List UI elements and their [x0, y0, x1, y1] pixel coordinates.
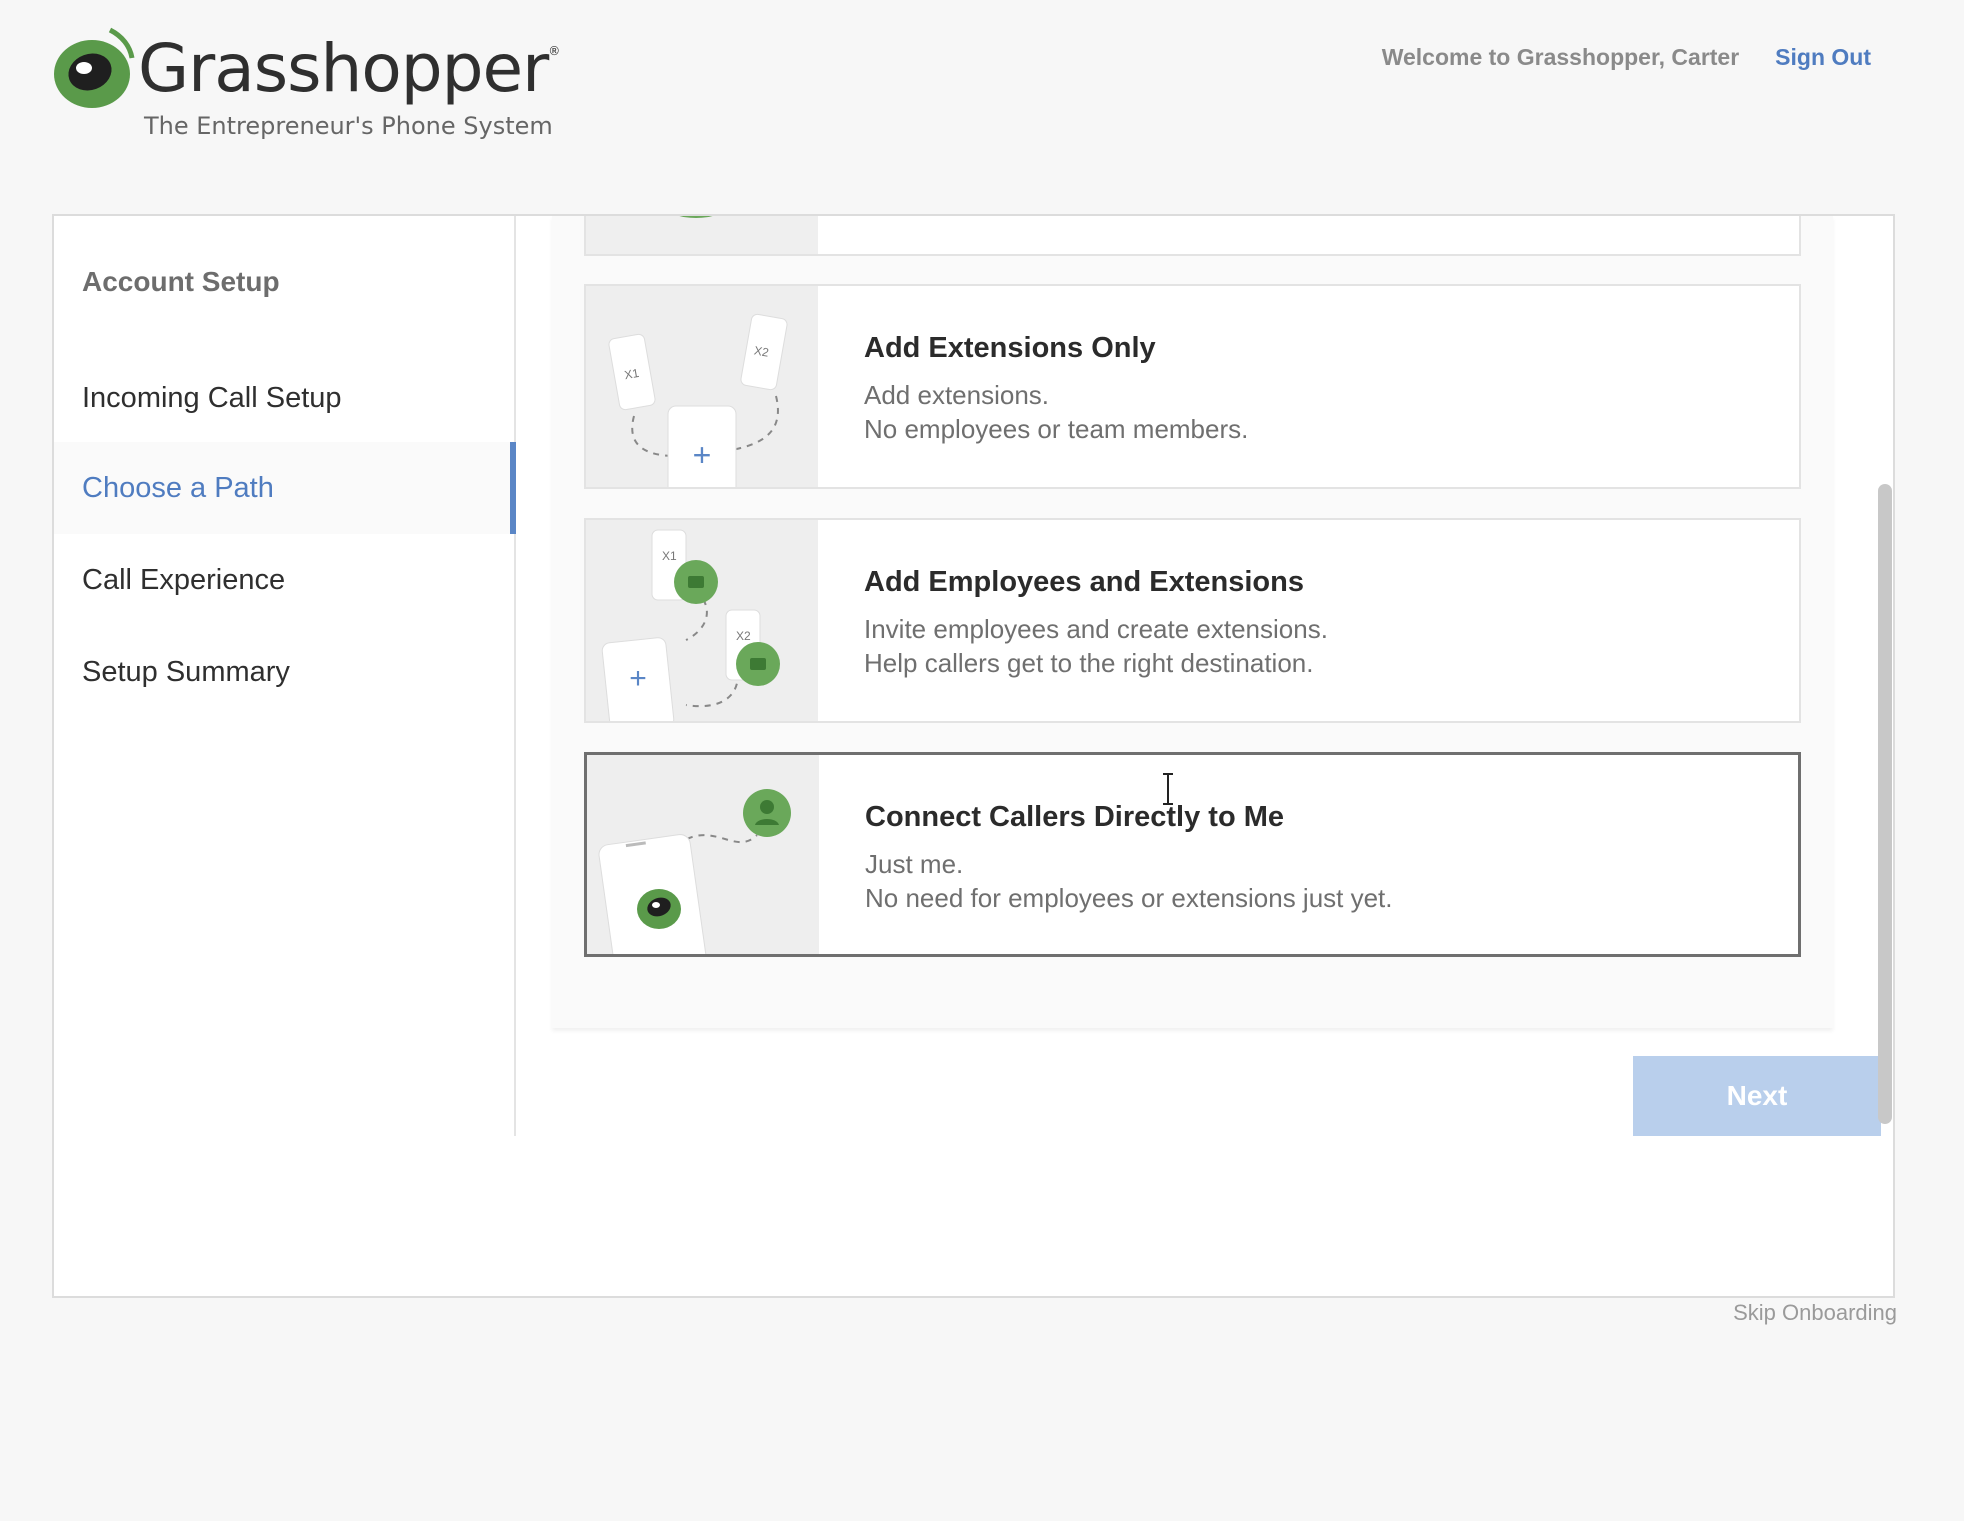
- option-title: Connect Callers Directly to Me: [865, 801, 1284, 833]
- option-description: Invite employees and create extensions.: [864, 614, 1328, 644]
- employees-extensions-illustration: X1 X2 +: [586, 520, 818, 721]
- setup-sidebar: Account Setup Incoming Call Setup Choose…: [54, 216, 516, 1136]
- option-description: No employees or team members.: [864, 414, 1249, 444]
- option-description: Just me.: [865, 849, 964, 879]
- option-description: Help callers get to the right destinatio…: [864, 648, 1314, 678]
- sign-out-link[interactable]: Sign Out: [1775, 44, 1871, 71]
- grasshopper-logo: Grasshopper® The Entrepreneur's Phone Sy…: [50, 12, 570, 152]
- svg-text:+: +: [693, 437, 712, 473]
- x1-label: X1: [623, 366, 640, 382]
- option-description: No need for employees or extensions just…: [865, 883, 1393, 913]
- next-button[interactable]: Next: [1633, 1056, 1881, 1136]
- content-scrollbar[interactable]: [1870, 216, 1896, 1136]
- text-cursor-icon: [1163, 773, 1173, 805]
- direct-to-me-illustration: [587, 755, 819, 954]
- brand-name: Grasshopper®: [138, 30, 560, 107]
- option-title: Add Extensions Only: [864, 332, 1156, 364]
- x1-label: X1: [662, 549, 677, 563]
- sidebar-heading: Account Setup: [82, 266, 280, 297]
- option-card-partial[interactable]: [584, 216, 1801, 256]
- option-title: Add Employees and Extensions: [864, 566, 1304, 598]
- sidebar-item-setup-summary[interactable]: Setup Summary: [54, 626, 516, 718]
- option-illustration: [586, 216, 818, 254]
- options-card-area: X1 X2 + Add Extensions Only Add extensio…: [552, 216, 1833, 1028]
- path-options-content: X1 X2 + Add Extensions Only Add extensio…: [516, 216, 1895, 1136]
- option-add-employees-and-extensions[interactable]: X1 X2 + Add Employees and Extensions Inv…: [584, 518, 1801, 723]
- onboarding-panel: Account Setup Incoming Call Setup Choose…: [52, 214, 1895, 1298]
- x2-label: X2: [736, 629, 751, 643]
- sidebar-item-choose-a-path[interactable]: Choose a Path: [54, 442, 516, 534]
- welcome-text: Welcome to Grasshopper, Carter: [1381, 44, 1740, 70]
- grasshopper-logo-icon: [54, 27, 135, 108]
- scrollbar-thumb[interactable]: [1878, 484, 1892, 1124]
- skip-onboarding-link[interactable]: Skip Onboarding: [1733, 1300, 1897, 1326]
- svg-text:+: +: [629, 662, 647, 695]
- x2-label: X2: [753, 343, 770, 359]
- option-description: Add extensions.: [864, 380, 1050, 410]
- option-connect-callers-directly[interactable]: Connect Callers Directly to Me Just me. …: [584, 752, 1801, 957]
- sidebar-item-label: Choose a Path: [82, 471, 274, 504]
- option-add-extensions-only[interactable]: X1 X2 + Add Extensions Only Add extensio…: [584, 284, 1801, 489]
- sidebar-item-label: Incoming Call Setup: [82, 381, 342, 414]
- sidebar-item-label: Call Experience: [82, 563, 286, 596]
- phones-extensions-illustration: X1 X2 +: [586, 286, 818, 487]
- sidebar-item-call-experience[interactable]: Call Experience: [54, 534, 516, 626]
- sidebar-item-label: Setup Summary: [82, 655, 290, 688]
- brand-tagline: The Entrepreneur's Phone System: [144, 112, 553, 140]
- header-user-area: Welcome to Grasshopper, Carter Sign Out: [1382, 44, 1871, 71]
- sidebar-item-incoming-call-setup[interactable]: Incoming Call Setup: [54, 352, 516, 444]
